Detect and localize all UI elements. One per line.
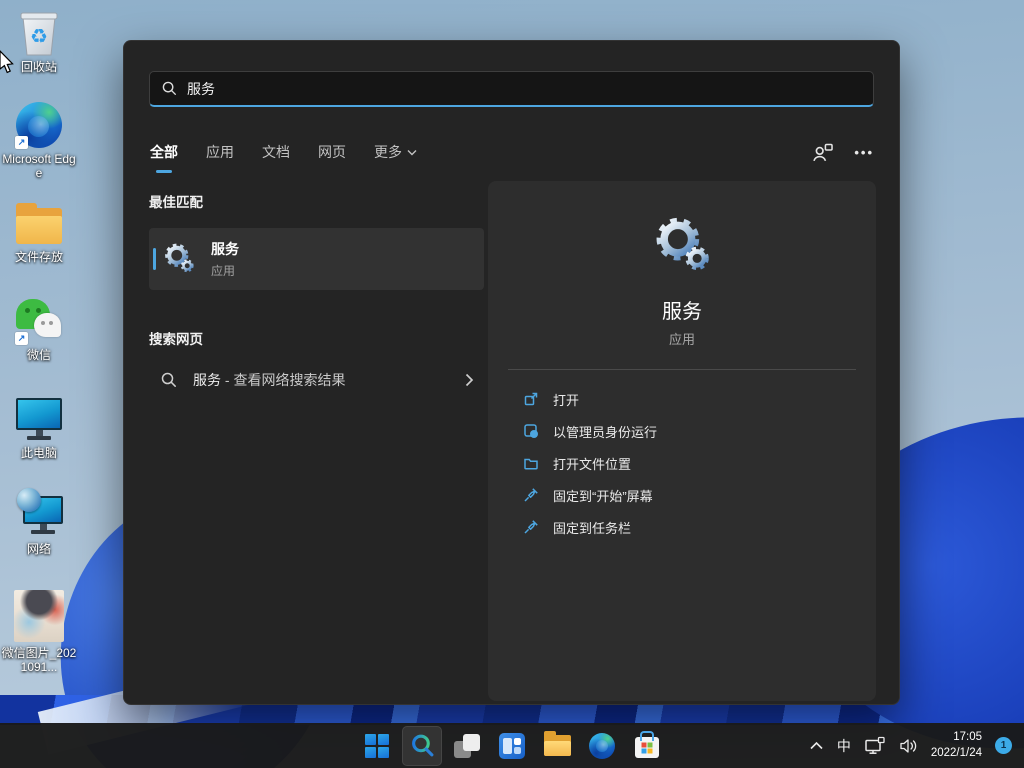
desktop-icon-wechat[interactable]: ↗ 微信 (0, 296, 78, 363)
tray-date: 2022/1/24 (931, 746, 982, 762)
edge-icon (589, 733, 615, 759)
action-run-as-admin[interactable]: 以管理员身份运行 (488, 415, 876, 447)
search-results-column: 最佳匹配 服务 应用 搜索网页 服务 - 查看网 (149, 191, 484, 400)
web-query-text: 服务 (193, 372, 221, 388)
tab-documents[interactable]: 文档 (261, 140, 291, 164)
file-explorer-button[interactable] (537, 726, 577, 766)
folder-icon (14, 198, 64, 248)
action-open[interactable]: 打开 (488, 383, 876, 415)
clock[interactable]: 17:05 2022/1/24 (931, 730, 982, 761)
web-search-result[interactable]: 服务 - 查看网络搜索结果 (149, 360, 484, 400)
account-icon[interactable] (812, 142, 834, 162)
search-query-text: 服务 (187, 79, 215, 99)
action-pin-to-taskbar[interactable]: 固定到任务栏 (488, 511, 876, 543)
web-search-header: 搜索网页 (149, 328, 484, 348)
store-button[interactable] (627, 726, 667, 766)
services-gear-icon-large (649, 213, 715, 284)
svg-text:♻: ♻ (30, 24, 48, 48)
open-file-location-icon (523, 455, 539, 471)
globe-icon (17, 488, 41, 512)
desktop-icon-this-pc[interactable]: 此电脑 (0, 394, 78, 461)
action-pin-to-start[interactable]: 固定到“开始”屏幕 (488, 479, 876, 511)
notification-badge[interactable]: 1 (995, 737, 1012, 754)
desktop-icon-label: 微信 (27, 349, 51, 363)
recycle-bin-icon: ♻ (14, 8, 64, 58)
desktop-icon-label: 文件存放 (15, 251, 63, 265)
store-icon (635, 737, 659, 758)
desktop-icon-wechat-image[interactable]: 微信图片_2021091... (0, 588, 78, 675)
result-title: 服务 (211, 239, 239, 259)
web-query-suffix: - 查看网络搜索结果 (221, 372, 345, 388)
desktop-icon-network[interactable]: 网络 (0, 490, 78, 557)
preview-subtitle: 应用 (488, 329, 876, 348)
task-view-icon (454, 733, 480, 759)
run-as-admin-icon (523, 423, 539, 439)
search-taskbar-button[interactable] (402, 726, 442, 766)
system-tray: 中 17:05 2022/1/24 1 (809, 723, 1012, 768)
windows-logo-icon (365, 734, 389, 758)
result-preview-pane: 服务 应用 打开 以管理员身份运行 (488, 181, 876, 701)
services-gear-icon (161, 241, 197, 277)
this-pc-icon (14, 394, 64, 444)
search-magnifier-icon (410, 733, 435, 758)
search-icon (162, 81, 177, 96)
search-icon (161, 372, 177, 388)
volume-icon[interactable] (899, 738, 918, 754)
desktop-icon-edge[interactable]: ↗ Microsoft Edge (0, 100, 78, 181)
ime-indicator[interactable]: 中 (837, 736, 851, 756)
taskbar: 中 17:05 2022/1/24 1 (0, 723, 1024, 768)
file-explorer-icon (544, 735, 571, 756)
desktop-icon-label: 微信图片_2021091... (1, 647, 77, 675)
preview-action-list: 打开 以管理员身份运行 打开文件位置 固定到“开始”屏幕 (488, 383, 876, 543)
network-tray-icon[interactable] (864, 736, 886, 755)
result-subtitle: 应用 (211, 262, 239, 279)
edge-icon: ↗ (14, 100, 64, 150)
tab-all[interactable]: 全部 (149, 140, 179, 164)
shortcut-arrow-icon: ↗ (15, 136, 28, 149)
open-icon (523, 391, 539, 407)
widgets-icon (499, 733, 525, 759)
search-filter-tabs: 全部 应用 文档 网页 更多 ••• (149, 137, 874, 167)
desktop-icon-label: 回收站 (21, 61, 57, 75)
tab-web[interactable]: 网页 (317, 140, 347, 164)
desktop-icon-file-folder[interactable]: 文件存放 (0, 198, 78, 265)
image-thumbnail (14, 588, 64, 644)
pin-to-taskbar-icon (523, 519, 539, 535)
search-input[interactable]: 服务 (149, 71, 874, 107)
task-view-button[interactable] (447, 726, 487, 766)
preview-title: 服务 (488, 295, 876, 324)
divider (508, 369, 856, 370)
mouse-cursor (0, 50, 20, 81)
chevron-right-icon (465, 373, 474, 387)
tray-time: 17:05 (931, 730, 982, 746)
desktop-icon-label: Microsoft Edge (1, 153, 77, 181)
desktop-icon-label: 网络 (27, 543, 51, 557)
best-match-header: 最佳匹配 (149, 191, 484, 211)
action-open-file-location[interactable]: 打开文件位置 (488, 447, 876, 479)
wechat-icon: ↗ (14, 296, 64, 346)
tray-chevron-up-icon[interactable] (809, 740, 824, 752)
desktop-icon-label: 此电脑 (21, 447, 57, 461)
chevron-down-icon (407, 149, 417, 156)
more-options-icon[interactable]: ••• (854, 145, 874, 160)
edge-taskbar-button[interactable] (582, 726, 622, 766)
best-match-result[interactable]: 服务 应用 (149, 228, 484, 290)
search-flyout-panel: 服务 全部 应用 文档 网页 更多 ••• 最佳匹配 (123, 40, 900, 705)
tab-apps[interactable]: 应用 (205, 140, 235, 164)
pin-to-start-icon (523, 487, 539, 503)
network-icon (14, 490, 64, 540)
selection-indicator (153, 248, 156, 270)
tab-more[interactable]: 更多 (373, 140, 418, 164)
widgets-button[interactable] (492, 726, 532, 766)
shortcut-arrow-icon: ↗ (15, 332, 28, 345)
start-button[interactable] (357, 726, 397, 766)
